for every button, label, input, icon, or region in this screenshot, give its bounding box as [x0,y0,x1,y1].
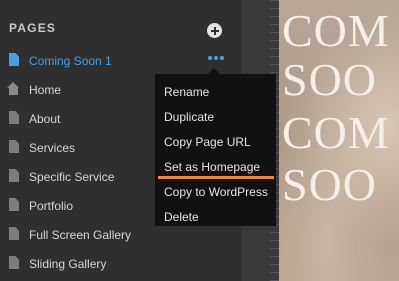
page-label: About [29,112,61,126]
app-window: PAGES Coming Soon 1 Home About Services [0,0,399,281]
add-page-button[interactable] [207,23,222,38]
page-icon [9,256,19,269]
page-label: Services [29,141,76,155]
menu-item-delete[interactable]: Delete [155,204,276,229]
menu-item-copy-page-url[interactable]: Copy Page URL [155,129,276,154]
page-label: Full Screen Gallery [29,228,132,242]
sidebar-title: PAGES [9,21,57,35]
page-icon [9,53,19,66]
page-label: Portfolio [29,199,74,213]
hero-heading-line: SOO [282,54,378,105]
menu-item-set-as-homepage[interactable]: Set as Homepage [155,154,276,179]
hero-heading-line: SOO [282,159,378,210]
more-options-icon[interactable] [208,55,224,61]
menu-item-copy-to-wordpress[interactable]: Copy to WordPress [155,179,276,204]
page-label: Coming Soon 1 [29,54,112,68]
page-item-sliding-gallery[interactable]: Sliding Gallery [0,249,241,278]
home-icon [7,82,20,95]
page-icon [9,169,19,182]
page-context-menu: Rename Duplicate Copy Page URL Set as Ho… [155,74,276,226]
page-label: Home [29,83,62,97]
menu-item-rename[interactable]: Rename [155,79,276,104]
page-icon [9,111,19,124]
page-preview-canvas[interactable]: COM SOO COM SOO [279,0,399,281]
page-item-coming-soon-1[interactable]: Coming Soon 1 [0,46,241,75]
page-icon [9,227,19,240]
hero-heading-line: COM [282,5,390,56]
menu-item-duplicate[interactable]: Duplicate [155,104,276,129]
page-label: Sliding Gallery [29,257,107,271]
page-icon [9,198,19,211]
page-icon [9,140,19,153]
hero-heading-line: COM [282,107,390,158]
page-label: Specific Service [29,170,115,184]
